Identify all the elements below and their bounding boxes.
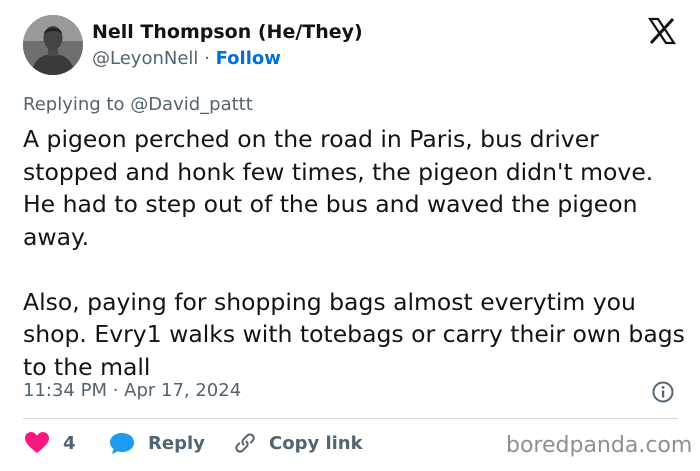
separator-dot: · xyxy=(204,48,210,69)
heart-icon xyxy=(25,432,49,453)
divider xyxy=(23,418,678,419)
x-logo-icon[interactable] xyxy=(647,17,677,45)
reply-button[interactable]: Reply xyxy=(109,431,205,455)
tweet-paragraph: Also, paying for shopping bags almost ev… xyxy=(23,287,685,381)
speech-bubble-icon xyxy=(110,433,134,454)
follow-button[interactable]: Follow xyxy=(216,48,281,69)
author-handle[interactable]: @LeyonNell xyxy=(92,48,198,69)
watermark: boredpanda.com xyxy=(506,433,693,458)
avatar[interactable] xyxy=(23,15,83,75)
copy-link-button[interactable]: Copy link xyxy=(232,431,363,455)
copy-link-label: Copy link xyxy=(269,432,363,454)
avatar-photo xyxy=(23,15,83,75)
like-button[interactable]: 4 xyxy=(24,431,76,455)
author-name[interactable]: Nell Thompson (He/They) xyxy=(92,21,363,43)
tweet-paragraph: A pigeon perched on the road in Paris, b… xyxy=(23,125,654,251)
reply-label: Reply xyxy=(148,432,205,454)
like-count: 4 xyxy=(63,432,76,454)
replying-to[interactable]: Replying to @David_pattt xyxy=(23,94,253,115)
link-icon xyxy=(235,433,255,453)
info-icon[interactable] xyxy=(651,380,675,404)
tweet-timestamp[interactable]: 11:34 PM · Apr 17, 2024 xyxy=(23,380,241,401)
author-handle-line: @LeyonNell · Follow xyxy=(92,48,281,69)
tweet-body: A pigeon perched on the road in Paris, b… xyxy=(23,123,688,383)
